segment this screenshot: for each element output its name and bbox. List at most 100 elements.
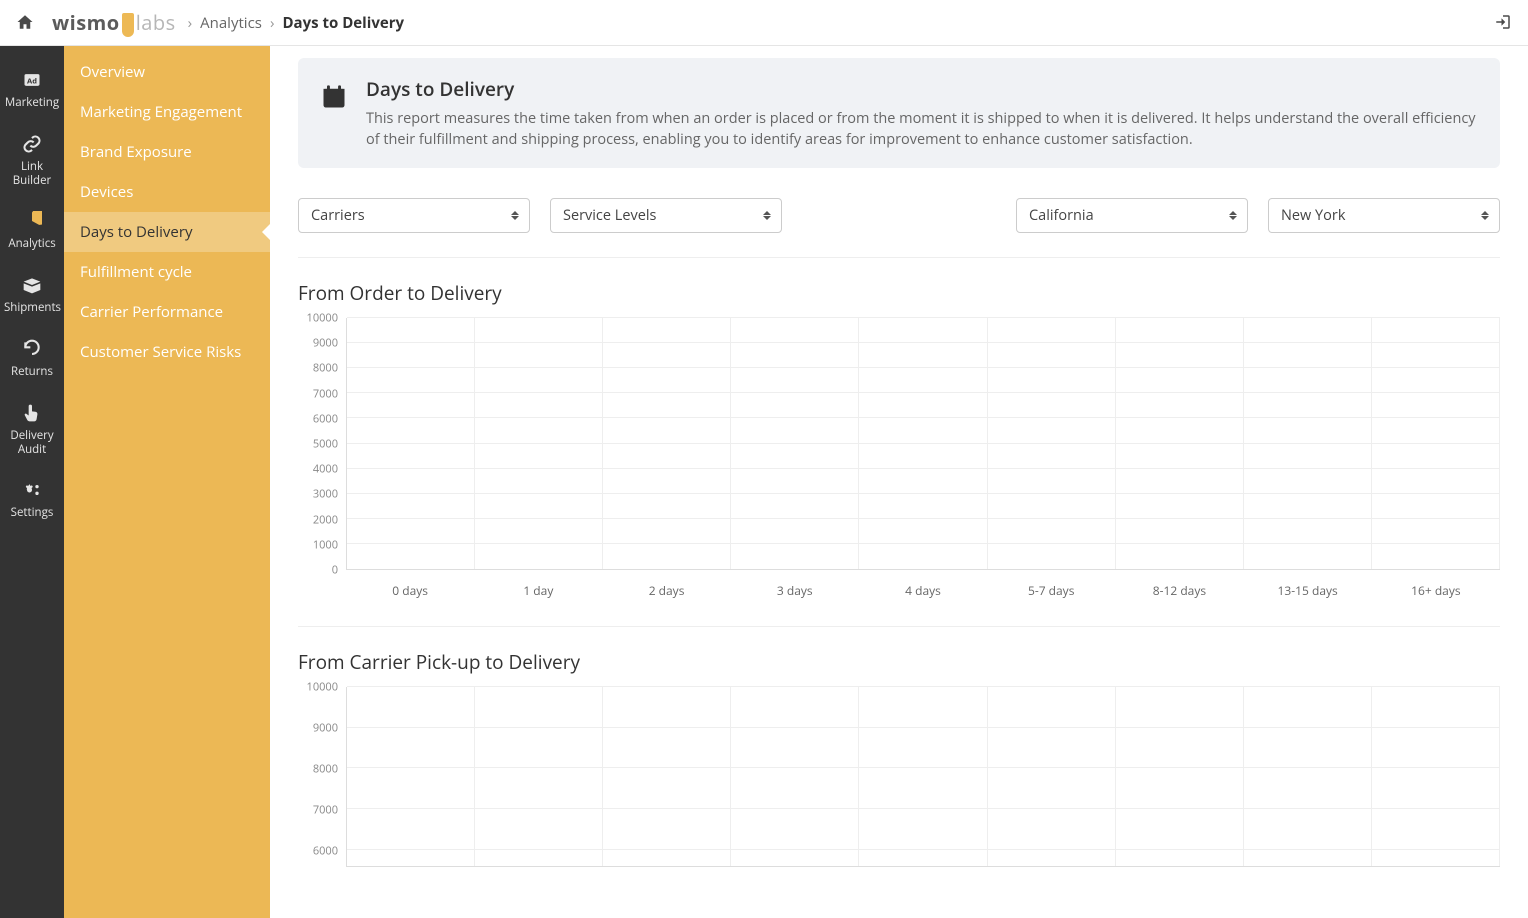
chart-column[interactable] [731, 687, 859, 866]
breadcrumb-section[interactable]: Analytics [200, 13, 262, 33]
report-description-box: Days to Delivery This report measures th… [298, 58, 1500, 168]
chart-column[interactable] [859, 318, 987, 569]
y-tick: 5000 [313, 437, 338, 452]
y-tick: 7000 [313, 802, 338, 817]
x-label: 2 days [602, 574, 730, 602]
y-tick: 7000 [313, 386, 338, 401]
logo-word-labs: labs [136, 9, 176, 36]
submenu-item-marketing-engagement[interactable]: Marketing Engagement [64, 92, 270, 132]
topbar: wismo labs › Analytics › Days to Deliver… [0, 0, 1528, 46]
sort-icon [1481, 209, 1489, 223]
chart-column[interactable] [1372, 318, 1500, 569]
y-tick: 8000 [313, 361, 338, 376]
x-label: 8-12 days [1115, 574, 1243, 602]
main-content: Days to Delivery This report measures th… [270, 46, 1528, 918]
pie-chart-icon [4, 209, 60, 233]
report-description: This report measures the time taken from… [366, 108, 1478, 150]
breadcrumb-current: Days to Delivery [282, 13, 404, 33]
rail-item-shipments[interactable]: Shipments [0, 261, 64, 325]
analytics-submenu: Overview Marketing Engagement Brand Expo… [64, 46, 270, 918]
y-tick: 9000 [313, 336, 338, 351]
undo-icon [4, 337, 60, 361]
filter-row: Carriers Service Levels California New Y… [298, 198, 1500, 258]
select-value: Service Levels [563, 206, 656, 225]
rail-label: Link Builder [13, 159, 51, 188]
chart-column[interactable] [1244, 687, 1372, 866]
y-tick: 6000 [313, 843, 338, 858]
chart1-x-axis: 0 days1 day2 days3 days4 days5-7 days8-1… [346, 574, 1500, 602]
chart-column[interactable] [1116, 687, 1244, 866]
y-tick: 10000 [307, 680, 338, 695]
x-label: 3 days [731, 574, 859, 602]
submenu-item-overview[interactable]: Overview [64, 52, 270, 92]
submenu-item-customer-service-risks[interactable]: Customer Service Risks [64, 332, 270, 372]
chart1-plot[interactable] [346, 318, 1500, 570]
chart-column[interactable] [1372, 687, 1500, 866]
x-label: 5-7 days [987, 574, 1115, 602]
sidebar-rail: Ad Marketing Link Builder Analytics Ship… [0, 46, 64, 918]
rail-item-delivery-audit[interactable]: Delivery Audit [0, 389, 64, 467]
report-title: Days to Delivery [366, 76, 1478, 102]
select-value: Carriers [311, 206, 365, 225]
chart-column[interactable] [859, 687, 987, 866]
rail-item-marketing[interactable]: Ad Marketing [0, 56, 64, 120]
home-icon[interactable] [16, 11, 34, 35]
chart-column[interactable] [347, 687, 475, 866]
sort-icon [511, 209, 519, 223]
y-tick: 3000 [313, 487, 338, 502]
chart2-title: From Carrier Pick-up to Delivery [298, 649, 1500, 675]
destination-state-select[interactable]: New York [1268, 198, 1500, 233]
hand-pointer-icon [4, 401, 60, 425]
chart-column[interactable] [475, 687, 603, 866]
chart-column[interactable] [988, 318, 1116, 569]
y-tick: 0 [332, 563, 338, 578]
gears-icon [4, 478, 60, 502]
submenu-item-carrier-performance[interactable]: Carrier Performance [64, 292, 270, 332]
logout-icon[interactable] [1494, 11, 1512, 35]
chart-column[interactable] [603, 318, 731, 569]
submenu-item-days-to-delivery[interactable]: Days to Delivery [64, 212, 270, 252]
y-tick: 9000 [313, 720, 338, 735]
carriers-select[interactable]: Carriers [298, 198, 530, 233]
chart-column[interactable] [1116, 318, 1244, 569]
y-tick: 8000 [313, 761, 338, 776]
chart-column[interactable] [988, 687, 1116, 866]
rail-label: Shipments [4, 300, 61, 315]
wismolabs-logo[interactable]: wismo labs [52, 9, 176, 36]
service-levels-select[interactable]: Service Levels [550, 198, 782, 233]
rail-item-link-builder[interactable]: Link Builder [0, 120, 64, 198]
y-tick: 10000 [307, 311, 338, 326]
chart-column[interactable] [475, 318, 603, 569]
x-label: 1 day [474, 574, 602, 602]
x-label: 13-15 days [1244, 574, 1372, 602]
chart-column[interactable] [603, 687, 731, 866]
x-label: 0 days [346, 574, 474, 602]
chart-column[interactable] [347, 318, 475, 569]
y-tick: 1000 [313, 537, 338, 552]
submenu-item-brand-exposure[interactable]: Brand Exposure [64, 132, 270, 172]
chart-column[interactable] [1244, 318, 1372, 569]
origin-state-select[interactable]: California [1016, 198, 1248, 233]
rail-label: Delivery Audit [10, 428, 53, 457]
y-tick: 2000 [313, 512, 338, 527]
section-divider [298, 626, 1500, 627]
chart2-y-axis: 600070008000900010000 [298, 687, 342, 867]
submenu-item-fulfillment-cycle[interactable]: Fulfillment cycle [64, 252, 270, 292]
select-value: California [1029, 206, 1094, 225]
chart-column[interactable] [731, 318, 859, 569]
calendar-icon [320, 78, 348, 150]
sort-icon [1229, 209, 1237, 223]
chart1-y-axis: 0100020003000400050006000700080009000100… [298, 318, 342, 570]
submenu-item-devices[interactable]: Devices [64, 172, 270, 212]
svg-text:Ad: Ad [27, 76, 37, 86]
x-label: 16+ days [1372, 574, 1500, 602]
chart1-title: From Order to Delivery [298, 280, 1500, 306]
logo-word-wismo: wismo [52, 9, 120, 36]
rail-item-returns[interactable]: Returns [0, 325, 64, 389]
chart2-plot[interactable] [346, 687, 1500, 867]
breadcrumb: › Analytics › Days to Delivery [188, 13, 404, 33]
ad-icon: Ad [4, 68, 60, 92]
link-icon [4, 132, 60, 156]
rail-item-settings[interactable]: Settings [0, 466, 64, 530]
rail-item-analytics[interactable]: Analytics [0, 197, 64, 261]
